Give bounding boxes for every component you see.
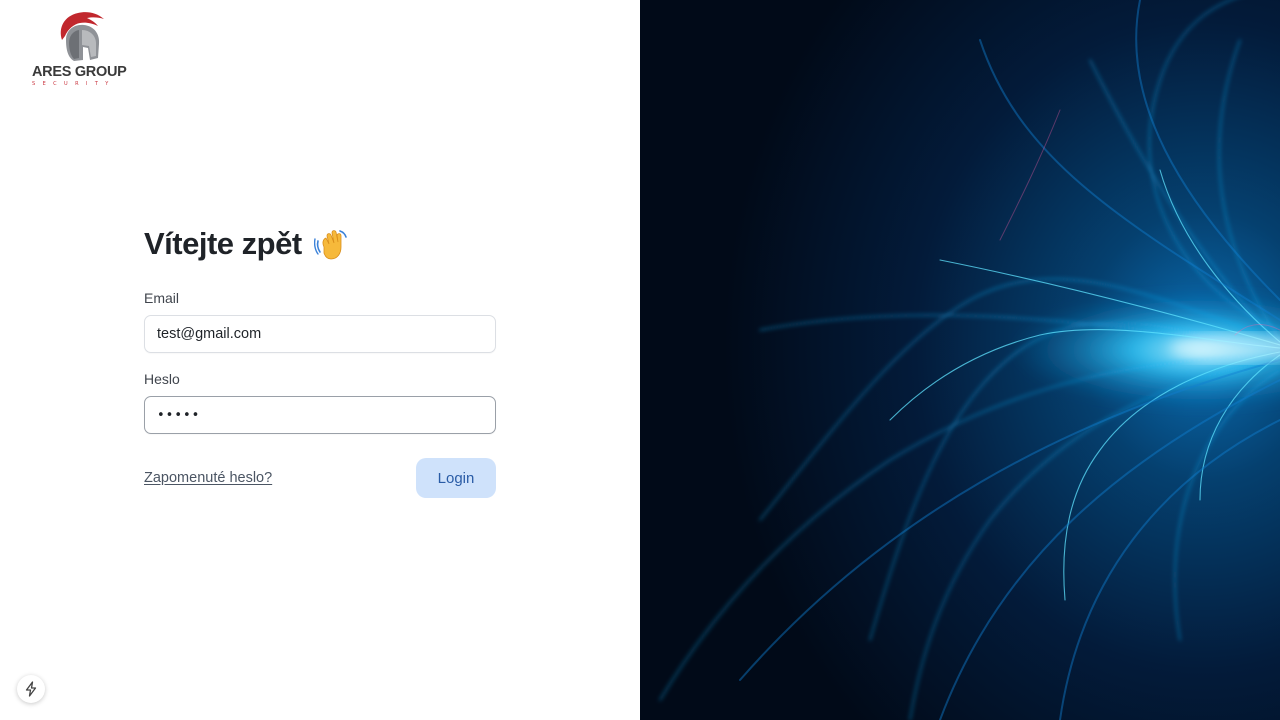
- page-title: Vítejte zpět: [144, 224, 496, 264]
- forgot-password-link[interactable]: Zapomenuté heslo?: [144, 470, 272, 486]
- spartan-helmet-icon: [60, 12, 104, 61]
- blue-light-fibers-background: [640, 0, 1280, 720]
- title-text: Vítejte zpět: [144, 226, 302, 261]
- password-label: Heslo: [144, 371, 180, 387]
- email-label: Email: [144, 290, 180, 306]
- lightning-bolt-icon: [25, 681, 37, 697]
- logo-subtitle: SECURITY: [32, 81, 116, 87]
- dev-tools-button[interactable]: [17, 675, 45, 703]
- hero-image: [640, 0, 1280, 720]
- waving-hand-icon: [313, 230, 347, 260]
- email-field[interactable]: [144, 315, 496, 353]
- login-panel: ARES GROUP SECURITY Vítejte zpět Email H…: [0, 0, 640, 720]
- login-button[interactable]: Login: [416, 458, 496, 498]
- company-logo: ARES GROUP SECURITY: [32, 10, 132, 90]
- login-form: Vítejte zpět Email Heslo Zapomenuté hesl…: [144, 224, 496, 498]
- login-page: ARES GROUP SECURITY Vítejte zpět Email H…: [0, 0, 1280, 720]
- password-field[interactable]: [144, 396, 496, 434]
- logo-text: ARES GROUP: [32, 64, 127, 80]
- form-actions: Zapomenuté heslo? Login: [144, 458, 496, 498]
